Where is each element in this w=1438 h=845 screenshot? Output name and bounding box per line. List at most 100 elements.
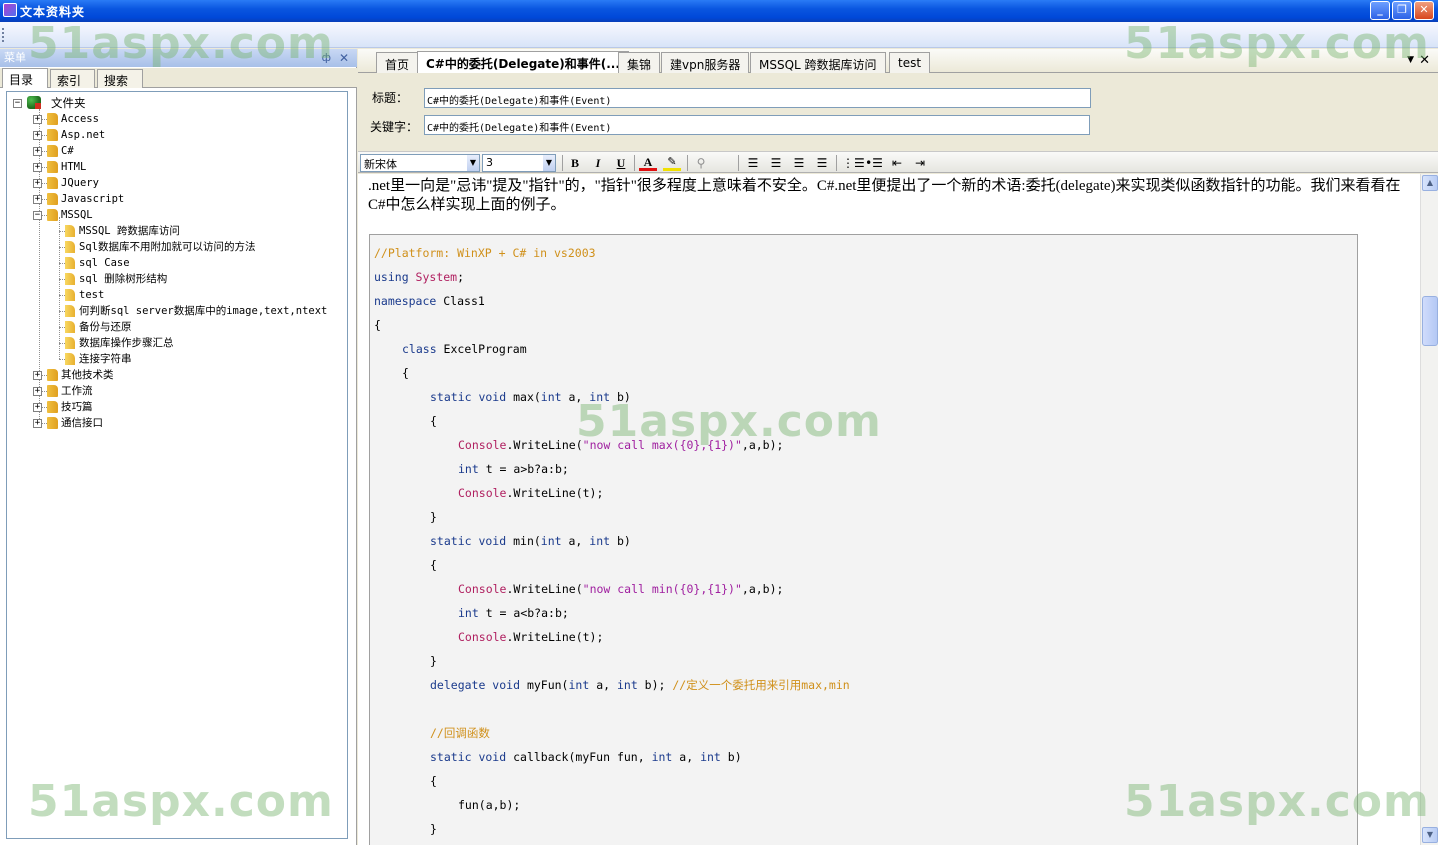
keyword-label: 关键字： bbox=[370, 120, 419, 134]
minimize-button[interactable]: _ bbox=[1370, 1, 1390, 20]
folder-icon bbox=[47, 369, 58, 381]
code-line: static void callback(myFun fun, int a, i… bbox=[430, 749, 742, 765]
code-token: { bbox=[430, 558, 437, 572]
document-icon bbox=[65, 289, 75, 301]
code-token: //定义一个委托用来引用max,min bbox=[672, 678, 850, 692]
expand-icon[interactable]: + bbox=[33, 195, 42, 204]
collapse-icon[interactable]: − bbox=[33, 211, 42, 220]
code-line: int t = a>b?a:b; bbox=[458, 461, 569, 477]
font-color-icon[interactable]: A bbox=[639, 155, 657, 171]
document-icon bbox=[65, 337, 75, 349]
tree-node-label: MSSQL bbox=[61, 209, 93, 221]
numbered-list-icon[interactable]: ⋮☰ bbox=[842, 155, 865, 171]
code-line: Console.WriteLine(t); bbox=[458, 485, 603, 501]
indent-icon[interactable]: ⇥ bbox=[911, 155, 929, 171]
bold-button[interactable]: B bbox=[566, 155, 584, 171]
code-token: int bbox=[540, 390, 569, 404]
code-token: b) bbox=[616, 534, 631, 548]
align-left-icon[interactable]: ☰ bbox=[744, 155, 762, 171]
tree-node-label: Sql数据库不用附加就可以访问的方法 bbox=[79, 241, 256, 253]
restore-button[interactable]: ❐ bbox=[1392, 1, 1412, 20]
code-token: int bbox=[458, 606, 486, 620]
outdent-icon[interactable]: ⇤ bbox=[888, 155, 906, 171]
folder-icon bbox=[47, 113, 58, 125]
code-token: { bbox=[402, 366, 409, 380]
code-token: Console bbox=[458, 582, 507, 596]
tab-collection[interactable]: 集锦 bbox=[618, 52, 661, 73]
tab-vpn[interactable]: 建vpn服务器 bbox=[661, 52, 750, 73]
code-line: { bbox=[374, 317, 381, 333]
size-select[interactable]: 3 ▼ bbox=[482, 154, 556, 172]
expand-icon[interactable]: + bbox=[33, 371, 42, 380]
underline-button[interactable]: U bbox=[612, 155, 630, 171]
highlight-icon[interactable]: ✎ bbox=[663, 155, 681, 171]
code-token: "now call min({0},{1})" bbox=[582, 582, 742, 596]
bullet-list-icon[interactable]: •☰ bbox=[865, 155, 883, 171]
code-token: myFun( bbox=[526, 678, 569, 692]
tab-home[interactable]: 首页 bbox=[376, 52, 419, 73]
tab-list-dropdown-icon[interactable]: ▼ bbox=[1407, 55, 1414, 65]
code-line: int t = a<b?a:b; bbox=[458, 605, 569, 621]
code-line: { bbox=[402, 365, 409, 381]
font-select[interactable]: 新宋体 ▼ bbox=[360, 154, 480, 172]
tree-node-label: 连接字符串 bbox=[79, 353, 132, 365]
code-line: static void max(int a, int b) bbox=[430, 389, 631, 405]
document-tabs: 首页 C#中的委托(Delegate)和事件(... 集锦 建vpn服务器 MS… bbox=[358, 49, 1438, 73]
code-line: { bbox=[430, 413, 437, 429]
editor-scrollbar[interactable]: ▲ ▼ bbox=[1420, 174, 1438, 845]
scroll-thumb[interactable] bbox=[1422, 296, 1438, 346]
keyword-input[interactable]: C#中的委托(Delegate)和事件(Event) bbox=[424, 115, 1090, 135]
code-token: } bbox=[430, 654, 437, 668]
italic-button[interactable]: I bbox=[589, 155, 607, 171]
code-token: ,a,b); bbox=[741, 438, 784, 452]
close-tab-icon[interactable]: ✕ bbox=[1419, 53, 1430, 68]
tab-mssql[interactable]: MSSQL 跨数据库访问 bbox=[750, 52, 886, 73]
code-token: { bbox=[430, 414, 437, 428]
code-token: } bbox=[430, 822, 437, 836]
folder-tree[interactable]: − 文件夹 + Access + Asp.net + C# + HTML + JQuery + Javas… bbox=[6, 91, 348, 839]
expand-icon[interactable]: + bbox=[33, 387, 42, 396]
tab-contents[interactable]: 目录 bbox=[2, 68, 48, 88]
code-line: } bbox=[430, 821, 437, 837]
separator bbox=[687, 155, 688, 171]
expand-icon[interactable]: + bbox=[33, 131, 42, 140]
collapse-icon[interactable]: − bbox=[13, 99, 22, 108]
toolbar-grip[interactable] bbox=[2, 28, 5, 42]
code-token: a, bbox=[679, 750, 701, 764]
tab-index[interactable]: 索引 bbox=[50, 69, 95, 88]
expand-icon[interactable]: + bbox=[33, 147, 42, 156]
close-panel-icon[interactable]: ✕ bbox=[339, 49, 349, 67]
title-input[interactable]: C#中的委托(Delegate)和事件(Event) bbox=[424, 88, 1091, 108]
tree-node-label: 通信接口 bbox=[61, 417, 103, 429]
rich-text-editor[interactable]: .net里一向是"忌讳"提及"指针"的，"指针"很多程度上意味着不安全。C#.n… bbox=[358, 174, 1420, 845]
tree-node-label: JQuery bbox=[61, 177, 99, 189]
code-line: delegate void myFun(int a, int b); //定义一… bbox=[430, 677, 850, 693]
expand-icon[interactable]: + bbox=[33, 115, 42, 124]
toolbar-strip bbox=[0, 22, 1438, 48]
code-token: Console bbox=[458, 438, 507, 452]
tree-root-label: 文件夹 bbox=[51, 96, 86, 110]
justify-icon[interactable]: ☰ bbox=[813, 155, 831, 171]
code-token: ExcelProgram bbox=[443, 342, 527, 356]
link-icon[interactable]: ⚲ bbox=[692, 155, 710, 171]
scroll-down-icon[interactable]: ▼ bbox=[1422, 827, 1438, 843]
expand-icon[interactable]: + bbox=[33, 163, 42, 172]
align-center-icon[interactable]: ☰ bbox=[767, 155, 785, 171]
scroll-up-icon[interactable]: ▲ bbox=[1422, 175, 1438, 191]
tab-test[interactable]: test bbox=[889, 52, 931, 73]
expand-icon[interactable]: + bbox=[33, 419, 42, 428]
tree-node-label: test bbox=[79, 289, 105, 301]
separator bbox=[836, 155, 837, 171]
window-titlebar[interactable]: 文本资料夹 _ ❐ ✕ bbox=[0, 0, 1438, 22]
chevron-down-icon[interactable]: ▼ bbox=[467, 155, 479, 171]
chevron-down-icon[interactable]: ▼ bbox=[543, 155, 555, 171]
editor-toolbar: 新宋体 ▼ 3 ▼ B I U A ✎ ⚲ ☰ ☰ ☰ ☰ ⋮☰ •☰ ⇤ ⇥ bbox=[358, 151, 1438, 173]
tab-delegate[interactable]: C#中的委托(Delegate)和事件(... bbox=[417, 51, 629, 73]
close-window-button[interactable]: ✕ bbox=[1414, 1, 1434, 20]
pin-icon[interactable]: ф bbox=[322, 49, 331, 67]
tab-search[interactable]: 搜索 bbox=[97, 69, 143, 88]
expand-icon[interactable]: + bbox=[33, 403, 42, 412]
align-right-icon[interactable]: ☰ bbox=[790, 155, 808, 171]
code-token: namespace bbox=[374, 294, 444, 308]
expand-icon[interactable]: + bbox=[33, 179, 42, 188]
